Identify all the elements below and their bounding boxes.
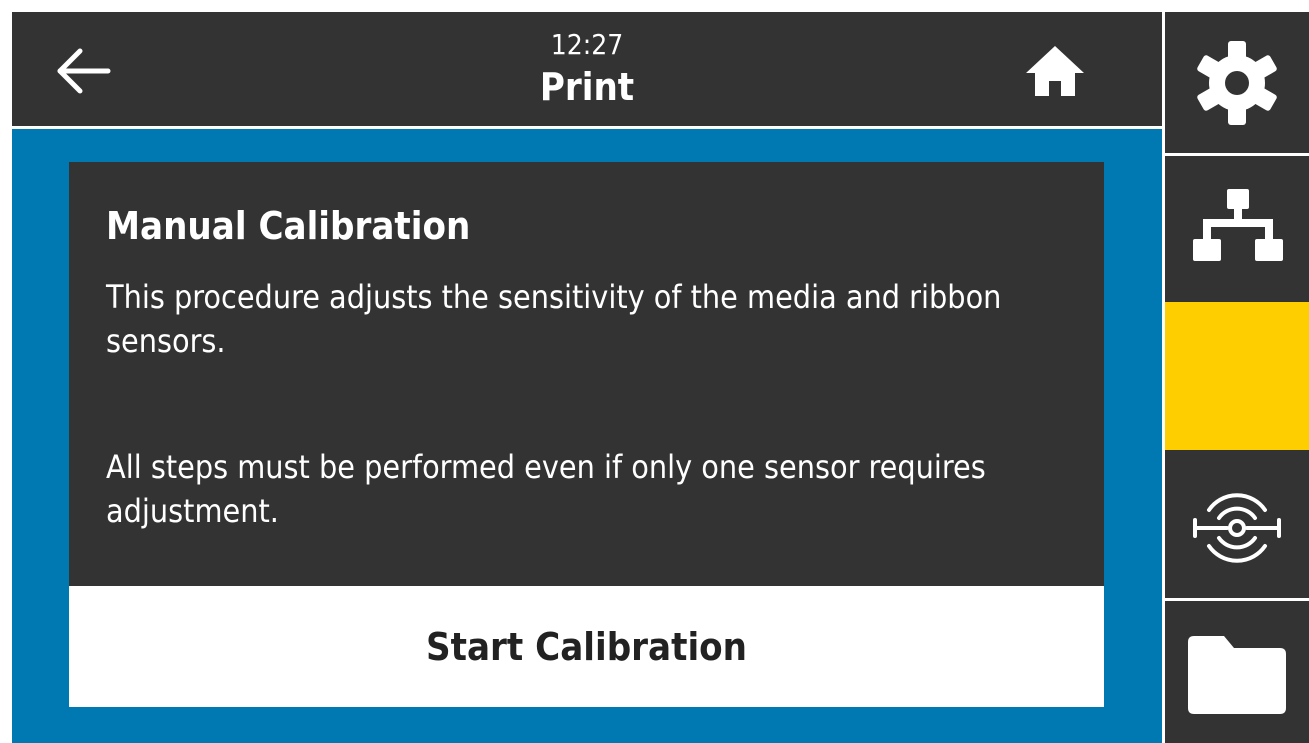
calibration-card: Manual Calibration This procedure adjust… [69,162,1104,586]
card-note: All steps must be performed even if only… [106,448,986,530]
card-title: Manual Calibration [106,204,471,248]
network-icon [1193,189,1283,261]
folder-icon [1188,636,1286,714]
sidebar [1165,12,1309,743]
rfid-icon [1193,493,1281,563]
content-area: Manual Calibration This procedure adjust… [12,129,1162,743]
sidebar-item-storage[interactable] [1165,601,1309,743]
clock-time: 12:27 [550,28,624,61]
sidebar-item-settings[interactable] [1165,12,1309,153]
home-icon [1026,46,1084,96]
sidebar-item-rfid[interactable] [1165,450,1309,598]
header-bar: 12:27 Print [12,12,1162,126]
start-calibration-button[interactable]: Start Calibration [69,586,1104,707]
home-button[interactable] [1022,38,1088,104]
sidebar-item-network[interactable] [1165,156,1309,302]
gear-icon [1197,40,1277,125]
card-description: This procedure adjusts the sensitivity o… [106,278,1002,360]
sidebar-item-print[interactable] [1165,302,1309,450]
page-title: Print [539,65,635,109]
printer-display: 12:27 Print Manual Calibration This proc… [12,12,1309,743]
